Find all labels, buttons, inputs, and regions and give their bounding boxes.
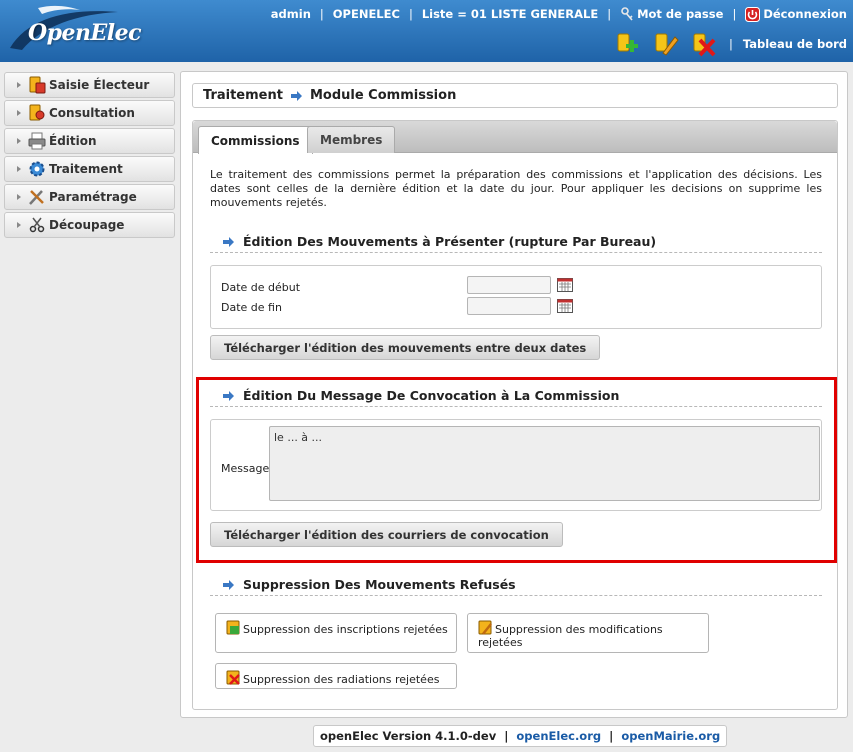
- collectivite-name[interactable]: OPENELEC: [333, 7, 400, 21]
- breadcrumb-current: Module Commission: [309, 88, 457, 103]
- download-mouvements-button[interactable]: Télécharger l'édition des mouvements ent…: [210, 335, 601, 360]
- tools-icon: [29, 190, 44, 205]
- delete-modifications-button[interactable]: Suppression des modifications rejetées: [467, 613, 709, 653]
- liste-name[interactable]: Liste = 01 LISTE GENERALE: [422, 7, 598, 21]
- delete-modifications-label: Suppression des modifications rejetées: [478, 623, 663, 649]
- sidebar-item-label: Saisie Électeur: [49, 78, 150, 92]
- quick-actions-bar: | Tableau de bord: [615, 30, 847, 58]
- voter-delete-icon: [226, 670, 240, 685]
- section-title-text: Suppression Des Mouvements Refusés: [243, 577, 516, 592]
- sidebar-item-label: Édition: [49, 134, 97, 148]
- arrow-right-icon: [223, 236, 234, 247]
- date-debut-input[interactable]: [467, 276, 551, 294]
- delete-radiations-label: Suppression des radiations rejetées: [243, 673, 440, 686]
- logo-text: OpenElec: [28, 20, 142, 46]
- dates-fieldset: Date de début Date de fin: [210, 265, 822, 329]
- dashboard-link[interactable]: Tableau de bord: [743, 37, 847, 51]
- user-name[interactable]: admin: [271, 7, 311, 21]
- section-title-text: Édition Des Mouvements à Présenter (rupt…: [243, 234, 657, 249]
- delete-radiations-button[interactable]: Suppression des radiations rejetées: [215, 663, 457, 689]
- sidebar-item-traitement[interactable]: Traitement: [4, 156, 175, 182]
- highlight-box: [196, 377, 837, 563]
- intro-text: Le traitement des commissions permet la …: [210, 168, 822, 209]
- arrow-right-icon: [290, 90, 302, 101]
- consultation-icon: [29, 104, 45, 121]
- scissors-icon: [29, 217, 45, 233]
- separator: |: [319, 7, 324, 21]
- sidebar-item-consultation[interactable]: Consultation: [4, 100, 175, 126]
- separator: |: [609, 729, 614, 743]
- separator: |: [504, 729, 509, 743]
- separator: |: [607, 7, 612, 21]
- expand-arrow-icon: [17, 166, 21, 172]
- sidebar-menu: Saisie Électeur Consultation Édition Tra…: [4, 72, 175, 240]
- expand-arrow-icon: [17, 82, 21, 88]
- sidebar-item-label: Paramétrage: [49, 190, 137, 204]
- sidebar-item-edition[interactable]: Édition: [4, 128, 175, 154]
- expand-arrow-icon: [17, 138, 21, 144]
- power-icon: [745, 6, 761, 22]
- sidebar-item-parametrage[interactable]: Paramétrage: [4, 184, 175, 210]
- logout-link[interactable]: Déconnexion: [745, 6, 847, 22]
- separator: |: [408, 7, 413, 21]
- edit-voter-icon[interactable]: [653, 31, 679, 57]
- expand-arrow-icon: [17, 222, 21, 228]
- openelec-link[interactable]: openElec.org: [516, 729, 601, 743]
- breadcrumb-parent[interactable]: Traitement: [203, 88, 283, 103]
- delete-voter-icon[interactable]: [691, 31, 717, 57]
- voter-entry-icon: [29, 76, 46, 94]
- add-voter-icon[interactable]: [615, 31, 641, 57]
- logout-label: Déconnexion: [763, 6, 847, 21]
- section-title-mouvements: Édition Des Mouvements à Présenter (rupt…: [210, 231, 822, 253]
- sidebar-item-label: Traitement: [49, 162, 123, 176]
- calendar-icon[interactable]: [557, 297, 573, 313]
- password-label: Mot de passe: [637, 6, 724, 21]
- openelec-logo[interactable]: OpenElec: [8, 4, 148, 54]
- delete-inscriptions-label: Suppression des inscriptions rejetées: [243, 623, 448, 636]
- password-link[interactable]: Mot de passe: [620, 7, 723, 22]
- section-title-suppression: Suppression Des Mouvements Refusés: [210, 574, 822, 596]
- date-fin-input[interactable]: [467, 297, 551, 315]
- expand-arrow-icon: [17, 194, 21, 200]
- sidebar-item-label: Consultation: [49, 106, 135, 120]
- sidebar-item-decoupage[interactable]: Découpage: [4, 212, 175, 238]
- tab-membres[interactable]: Membres: [307, 126, 396, 153]
- separator: |: [732, 7, 737, 21]
- separator: |: [729, 37, 733, 51]
- calendar-icon[interactable]: [557, 276, 573, 292]
- sidebar-item-label: Découpage: [49, 218, 125, 232]
- openmairie-link[interactable]: openMairie.org: [621, 729, 720, 743]
- header-bar: OpenElec admin | OPENELEC | Liste = 01 L…: [0, 0, 853, 62]
- page-title: Traitement Module Commission: [192, 83, 838, 108]
- date-fin-label: Date de fin: [221, 301, 282, 314]
- tab-bar: Commissions Membres: [193, 121, 837, 154]
- voter-green-icon: [226, 620, 240, 635]
- gear-icon: [29, 161, 45, 177]
- sidebar-item-saisie-electeur[interactable]: Saisie Électeur: [4, 72, 175, 98]
- delete-inscriptions-button[interactable]: Suppression des inscriptions rejetées: [215, 613, 457, 653]
- expand-arrow-icon: [17, 110, 21, 116]
- tab-commissions[interactable]: Commissions: [198, 126, 313, 154]
- footer: openElec Version 4.1.0-dev | openElec.or…: [313, 725, 728, 747]
- top-user-bar: admin | OPENELEC | Liste = 01 LISTE GENE…: [271, 6, 847, 22]
- date-debut-label: Date de début: [221, 281, 301, 294]
- version-text: openElec Version 4.1.0-dev: [320, 729, 497, 743]
- arrow-right-icon: [223, 579, 234, 590]
- printer-icon: [28, 132, 46, 150]
- key-icon: [621, 7, 633, 21]
- voter-edit-icon: [478, 620, 492, 635]
